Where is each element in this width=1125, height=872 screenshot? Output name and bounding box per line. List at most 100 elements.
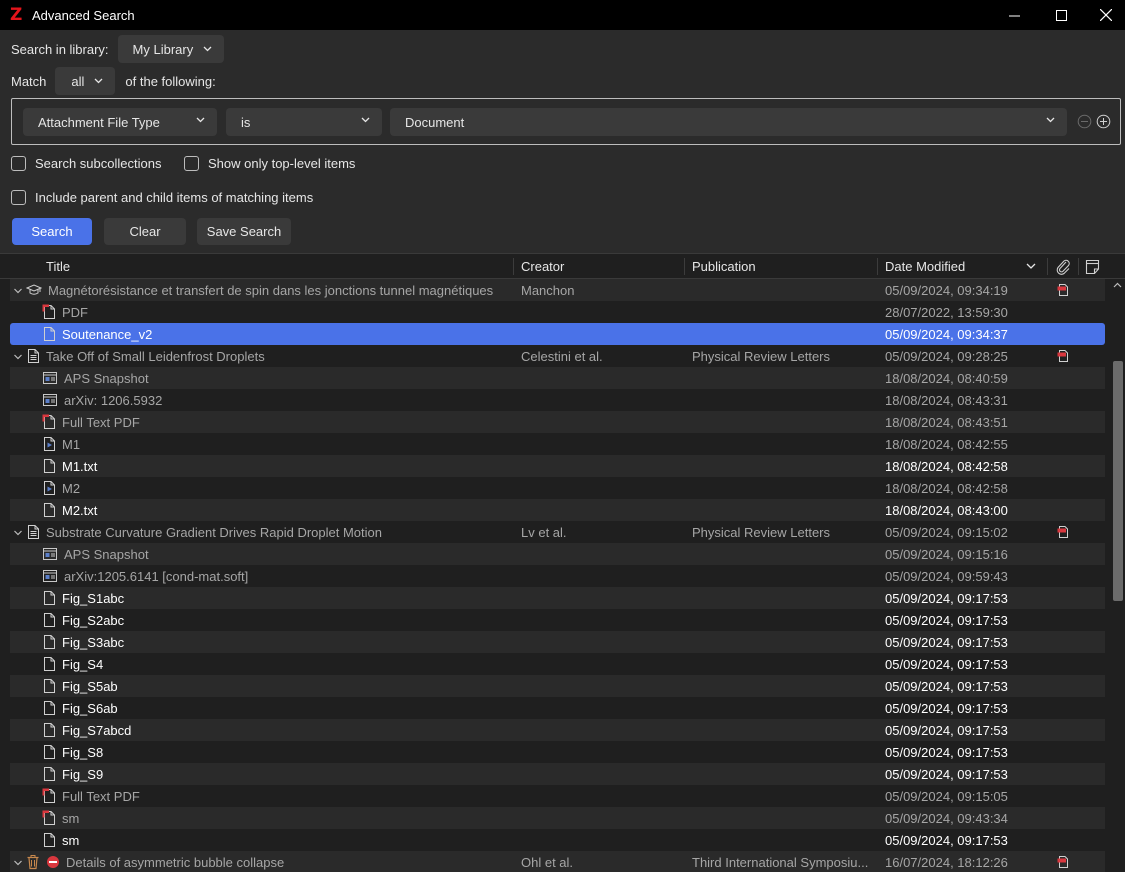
- zotero-logo-icon: Z: [10, 5, 23, 25]
- top-level-checkbox[interactable]: [184, 156, 199, 171]
- column-date-modified[interactable]: Date Modified: [885, 259, 965, 274]
- column-creator[interactable]: Creator: [521, 259, 564, 274]
- save-search-button[interactable]: Save Search: [197, 218, 291, 245]
- document-icon: [42, 458, 56, 474]
- date-modified-cell: 05/09/2024, 09:34:37: [885, 326, 1008, 342]
- item-row[interactable]: Magnétorésistance et transfert de spin d…: [10, 279, 1105, 301]
- condition-value-dropdown[interactable]: Document: [390, 108, 1067, 136]
- pdf-attachment-icon[interactable]: [1057, 855, 1069, 872]
- column-separator[interactable]: [513, 258, 514, 275]
- creator-cell: [521, 565, 686, 587]
- item-row[interactable]: Take Off of Small Leidenfrost Droplets Ce…: [10, 345, 1105, 367]
- date-modified-cell: 05/09/2024, 09:59:43: [885, 568, 1008, 584]
- item-title: PDF: [62, 304, 88, 320]
- attachment-row[interactable]: Soutenance_v2 05/09/2024, 09:34:37: [10, 323, 1105, 345]
- match-dropdown[interactable]: all: [55, 67, 116, 95]
- column-separator[interactable]: [684, 258, 685, 275]
- column-separator[interactable]: [877, 258, 878, 275]
- creator-cell: Lv et al.: [521, 524, 567, 540]
- attachment-row[interactable]: Fig_S6ab 05/09/2024, 09:17:53: [10, 697, 1105, 719]
- creator-cell: [521, 719, 686, 741]
- column-title[interactable]: Title: [46, 259, 70, 274]
- pdf-attachment-icon[interactable]: [1057, 525, 1069, 542]
- collapse-twisty-icon[interactable]: [13, 526, 23, 541]
- attachment-row[interactable]: M1 18/08/2024, 08:42:55: [10, 433, 1105, 455]
- add-condition-icon[interactable]: [1096, 114, 1111, 129]
- publication-cell: [692, 763, 877, 785]
- remove-condition-icon[interactable]: [1077, 114, 1092, 129]
- attachment-row[interactable]: Fig_S5ab 05/09/2024, 09:17:53: [10, 675, 1105, 697]
- attachment-row[interactable]: M1.txt 18/08/2024, 08:42:58: [10, 455, 1105, 477]
- collapse-twisty-icon[interactable]: [13, 856, 23, 871]
- close-button[interactable]: [1083, 0, 1125, 30]
- column-separator[interactable]: [1078, 258, 1079, 275]
- attachment-row[interactable]: M2.txt 18/08/2024, 08:43:00: [10, 499, 1105, 521]
- creator-cell: Ohl et al.: [521, 854, 574, 870]
- attachment-row[interactable]: Fig_S1abc 05/09/2024, 09:17:53: [10, 587, 1105, 609]
- item-title: sm: [62, 810, 80, 826]
- library-dropdown[interactable]: My Library: [117, 35, 225, 63]
- attachment-row[interactable]: M2 18/08/2024, 08:42:58: [10, 477, 1105, 499]
- item-title: APS Snapshot: [64, 546, 149, 562]
- vertical-scrollbar[interactable]: [1110, 279, 1125, 872]
- top-level-label: Show only top-level items: [208, 156, 356, 171]
- publication-cell: [692, 323, 877, 345]
- collapse-twisty-icon[interactable]: [13, 284, 23, 299]
- publication-cell: [692, 565, 877, 587]
- attachment-row[interactable]: sm 05/09/2024, 09:43:34: [10, 807, 1105, 829]
- creator-cell: [521, 301, 686, 323]
- sort-descending-icon[interactable]: [1026, 263, 1036, 269]
- notes-column-icon[interactable]: [1085, 259, 1100, 275]
- pdf-attachment-icon[interactable]: [1057, 283, 1069, 300]
- clear-button[interactable]: Clear: [104, 218, 186, 245]
- parent-child-option[interactable]: Include parent and child items of matchi…: [11, 190, 313, 205]
- item-title: M2: [62, 480, 81, 496]
- collapse-twisty-icon[interactable]: [13, 350, 23, 365]
- attachment-column-icon[interactable]: [1055, 259, 1071, 275]
- column-separator[interactable]: [1047, 258, 1048, 275]
- item-title: Fig_S9: [62, 766, 104, 782]
- attachment-row[interactable]: Full Text PDF 18/08/2024, 08:43:51: [10, 411, 1105, 433]
- condition-operator-dropdown[interactable]: is: [226, 108, 382, 136]
- attachment-row[interactable]: APS Snapshot 05/09/2024, 09:15:16: [10, 543, 1105, 565]
- attachment-row[interactable]: Fig_S4 05/09/2024, 09:17:53: [10, 653, 1105, 675]
- date-modified-cell: 05/09/2024, 09:15:02: [885, 524, 1008, 540]
- date-modified-cell: 28/07/2022, 13:59:30: [885, 304, 1008, 320]
- attachment-row[interactable]: sm 05/09/2024, 09:17:53: [10, 829, 1105, 851]
- parent-child-checkbox[interactable]: [11, 190, 26, 205]
- publication-cell: [692, 697, 877, 719]
- attachment-row[interactable]: PDF 28/07/2022, 13:59:30: [10, 301, 1105, 323]
- attachment-row[interactable]: Fig_S2abc 05/09/2024, 09:17:53: [10, 609, 1105, 631]
- column-publication[interactable]: Publication: [692, 259, 756, 274]
- search-button[interactable]: Search: [12, 218, 92, 245]
- search-subcollections-checkbox[interactable]: [11, 156, 26, 171]
- date-modified-cell: 05/09/2024, 09:15:16: [885, 546, 1008, 562]
- maximize-button[interactable]: [1038, 0, 1084, 30]
- attachment-row[interactable]: Fig_S7abcd 05/09/2024, 09:17:53: [10, 719, 1105, 741]
- snapshot-icon: [42, 392, 58, 408]
- search-subcollections-option[interactable]: Search subcollections: [11, 156, 161, 171]
- creator-cell: [521, 829, 686, 851]
- date-modified-cell: 05/09/2024, 09:15:05: [885, 788, 1008, 804]
- attachment-row[interactable]: APS Snapshot 18/08/2024, 08:40:59: [10, 367, 1105, 389]
- attachment-row[interactable]: arXiv:1205.6141 [cond-mat.soft] 05/09/202…: [10, 565, 1105, 587]
- attachment-row[interactable]: Fig_S3abc 05/09/2024, 09:17:53: [10, 631, 1105, 653]
- pdf-icon: [42, 304, 56, 320]
- attachment-row[interactable]: Fig_S9 05/09/2024, 09:17:53: [10, 763, 1105, 785]
- attachment-row[interactable]: Full Text PDF 05/09/2024, 09:15:05: [10, 785, 1105, 807]
- scroll-up-icon[interactable]: [1113, 282, 1122, 288]
- item-row[interactable]: Substrate Curvature Gradient Drives Rapi…: [10, 521, 1105, 543]
- attachment-row[interactable]: arXiv: 1206.5932 18/08/2024, 08:43:31: [10, 389, 1105, 411]
- minimize-button[interactable]: [991, 0, 1037, 30]
- document-icon: [42, 678, 56, 694]
- scrollbar-thumb[interactable]: [1113, 361, 1123, 601]
- item-row[interactable]: Details of asymmetric bubble collapse Ohl…: [10, 851, 1105, 872]
- top-level-option[interactable]: Show only top-level items: [184, 156, 355, 171]
- article-icon: [26, 348, 40, 364]
- date-modified-cell: 05/09/2024, 09:17:53: [885, 656, 1008, 672]
- condition-field-dropdown[interactable]: Attachment File Type: [23, 108, 217, 136]
- attachment-row[interactable]: Fig_S8 05/09/2024, 09:17:53: [10, 741, 1105, 763]
- creator-cell: [521, 653, 686, 675]
- chevron-down-icon: [361, 117, 370, 123]
- pdf-attachment-icon[interactable]: [1057, 349, 1069, 366]
